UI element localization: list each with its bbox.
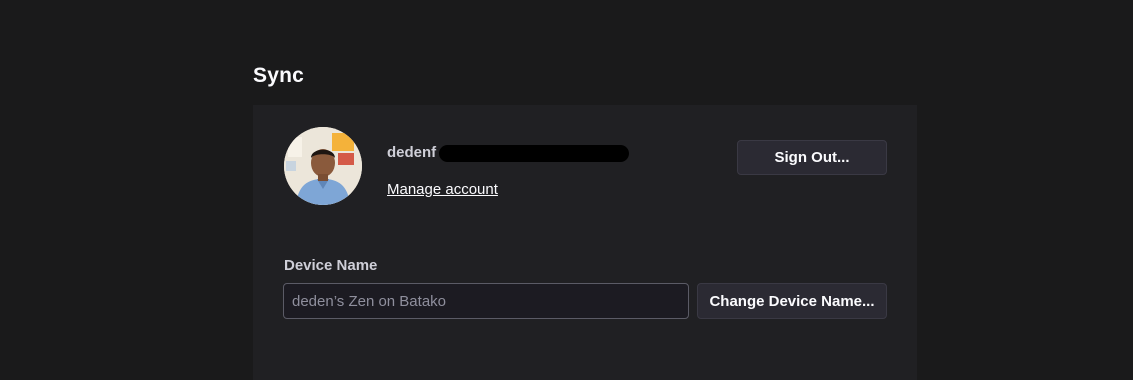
account-name: dedenf xyxy=(387,144,437,161)
manage-account-link[interactable]: Manage account xyxy=(387,181,498,198)
sync-settings-page: Sync dedenf Manage account Sign Out... D… xyxy=(0,0,1133,380)
device-name-input[interactable] xyxy=(283,283,689,319)
avatar xyxy=(284,127,362,205)
device-name-label: Device Name xyxy=(284,257,378,274)
change-device-name-button[interactable]: Change Device Name... xyxy=(697,283,887,319)
section-title: Sync xyxy=(253,64,304,87)
sync-card: dedenf Manage account Sign Out... Device… xyxy=(253,105,917,380)
sign-out-button[interactable]: Sign Out... xyxy=(737,140,887,175)
avatar-photo xyxy=(284,127,362,205)
redacted-email-bar xyxy=(439,145,629,162)
